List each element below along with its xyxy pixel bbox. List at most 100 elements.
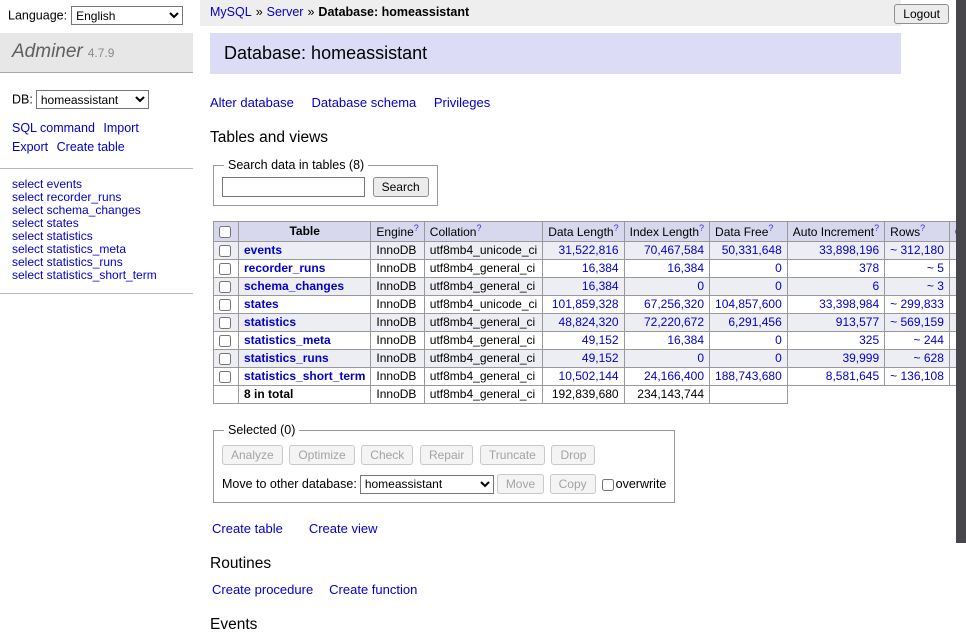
create-view-link[interactable]: Create view	[309, 521, 378, 536]
rows-count-link[interactable]: ~ 628	[914, 351, 944, 365]
column-help-link[interactable]: ?	[476, 223, 481, 233]
sidebar-table-link[interactable]: select statistics_meta	[12, 243, 181, 256]
table-name-link[interactable]: recorder_runs	[244, 261, 325, 275]
create-procedure-link[interactable]: Create procedure	[212, 582, 313, 597]
table-name-link[interactable]: statistics_runs	[244, 351, 329, 365]
sidebar-table-link[interactable]: select recorder_runs	[12, 191, 181, 204]
copy-button[interactable]: Copy	[550, 474, 596, 494]
bulk-action-button[interactable]: Truncate	[480, 445, 545, 465]
sidebar-table-link[interactable]: select events	[12, 178, 181, 191]
auto-increment-link[interactable]: 6	[872, 279, 879, 293]
data-length-link[interactable]: 49,152	[582, 351, 619, 365]
bulk-action-button[interactable]: Drop	[551, 445, 595, 465]
data-free-link[interactable]: 188,743,680	[715, 369, 782, 383]
data-length-link[interactable]: 49,152	[582, 333, 619, 347]
sidebar-table-link[interactable]: select statistics	[12, 230, 181, 243]
data-length-link[interactable]: 16,384	[582, 279, 619, 293]
vertical-scrollbar[interactable]	[956, 0, 966, 543]
db-action-link[interactable]: Database schema	[311, 95, 416, 110]
db-select[interactable]: homeassistant	[36, 90, 149, 109]
bulk-action-button[interactable]: Check	[361, 445, 413, 465]
column-help-link[interactable]: ?	[699, 223, 704, 233]
row-checkbox[interactable]	[219, 245, 231, 257]
row-checkbox[interactable]	[219, 299, 231, 311]
sidebar-action-link[interactable]: SQL command	[12, 119, 95, 138]
data-free-link[interactable]: 0	[775, 279, 782, 293]
row-checkbox[interactable]	[219, 353, 231, 365]
auto-increment-link[interactable]: 39,999	[842, 351, 879, 365]
auto-increment-link[interactable]: 378	[859, 261, 879, 275]
column-help-link[interactable]: ?	[874, 223, 879, 233]
index-length-link[interactable]: 72,220,672	[644, 315, 704, 329]
data-free-link[interactable]: 6,291,456	[728, 315, 781, 329]
table-name-link[interactable]: statistics	[244, 315, 296, 329]
table-name-link[interactable]: statistics_meta	[244, 333, 331, 347]
search-button[interactable]: Search	[373, 177, 429, 197]
bulk-action-button[interactable]: Analyze	[222, 445, 283, 465]
move-button[interactable]: Move	[497, 474, 544, 494]
overwrite-checkbox[interactable]	[602, 479, 614, 491]
data-length-link[interactable]: 48,824,320	[559, 315, 619, 329]
auto-increment-link[interactable]: 33,898,196	[819, 243, 879, 257]
sidebar-action-link[interactable]: Create table	[57, 138, 125, 157]
db-action-link[interactable]: Privileges	[434, 95, 490, 110]
table-name-link[interactable]: statistics_short_term	[244, 369, 365, 383]
rows-count-link[interactable]: ~ 136,108	[890, 369, 944, 383]
table-name-link[interactable]: states	[244, 297, 279, 311]
table-name-link[interactable]: events	[244, 243, 282, 257]
create-table-link[interactable]: Create table	[212, 521, 283, 536]
auto-increment-link[interactable]: 913,577	[836, 315, 879, 329]
index-length-link[interactable]: 16,384	[667, 261, 704, 275]
rows-count-link[interactable]: ~ 3	[927, 279, 944, 293]
data-free-link[interactable]: 0	[775, 261, 782, 275]
index-length-link[interactable]: 0	[697, 279, 704, 293]
search-input[interactable]	[222, 177, 365, 197]
auto-increment-link[interactable]: 33,398,984	[819, 297, 879, 311]
auto-increment-link[interactable]: 8,581,645	[826, 369, 879, 383]
table-name-link[interactable]: schema_changes	[244, 279, 344, 293]
data-length-link[interactable]: 31,522,816	[559, 243, 619, 257]
sidebar-action-link[interactable]: Export	[12, 138, 48, 157]
move-database-select[interactable]: homeassistant	[360, 475, 494, 494]
language-select[interactable]: English	[71, 6, 183, 25]
select-all-checkbox[interactable]	[219, 226, 231, 238]
column-help-link[interactable]: ?	[920, 223, 925, 233]
rows-count-link[interactable]: ~ 5	[927, 261, 944, 275]
sidebar-table-link[interactable]: select schema_changes	[12, 204, 181, 217]
data-free-link[interactable]: 0	[775, 351, 782, 365]
row-checkbox[interactable]	[219, 371, 231, 383]
index-length-link[interactable]: 16,384	[667, 333, 704, 347]
sidebar-table-link[interactable]: select states	[12, 217, 181, 230]
row-checkbox[interactable]	[219, 263, 231, 275]
rows-count-link[interactable]: ~ 312,180	[890, 243, 944, 257]
row-checkbox[interactable]	[219, 281, 231, 293]
data-free-link[interactable]: 104,857,600	[715, 297, 782, 311]
rows-count-link[interactable]: ~ 569,159	[890, 315, 944, 329]
breadcrumb-link-server[interactable]: Server	[267, 5, 304, 19]
bulk-action-button[interactable]: Optimize	[289, 445, 354, 465]
column-help-link[interactable]: ?	[768, 223, 773, 233]
column-help-link[interactable]: ?	[414, 223, 419, 233]
row-checkbox[interactable]	[219, 335, 231, 347]
sidebar-action-link[interactable]: Import	[103, 119, 138, 138]
create-function-link[interactable]: Create function	[329, 582, 417, 597]
data-free-link[interactable]: 50,331,648	[722, 243, 782, 257]
bulk-action-button[interactable]: Repair	[420, 445, 473, 465]
index-length-link[interactable]: 67,256,320	[644, 297, 704, 311]
rows-count-link[interactable]: ~ 299,833	[890, 297, 944, 311]
breadcrumb-link-mysql[interactable]: MySQL	[210, 5, 252, 19]
index-length-link[interactable]: 24,166,400	[644, 369, 704, 383]
auto-increment-link[interactable]: 325	[859, 333, 879, 347]
sidebar-table-link[interactable]: select statistics_short_term	[12, 269, 181, 282]
column-help-link[interactable]: ?	[614, 223, 619, 233]
data-length-link[interactable]: 101,859,328	[552, 297, 619, 311]
rows-count-link[interactable]: ~ 244	[914, 333, 944, 347]
data-length-link[interactable]: 16,384	[582, 261, 619, 275]
data-length-link[interactable]: 10,502,144	[559, 369, 619, 383]
db-action-link[interactable]: Alter database	[210, 95, 294, 110]
logout-button[interactable]: Logout	[894, 4, 949, 24]
sidebar-table-link[interactable]: select statistics_runs	[12, 256, 181, 269]
index-length-link[interactable]: 70,467,584	[644, 243, 704, 257]
index-length-link[interactable]: 0	[697, 351, 704, 365]
app-logo-link[interactable]: Adminer	[12, 41, 83, 62]
